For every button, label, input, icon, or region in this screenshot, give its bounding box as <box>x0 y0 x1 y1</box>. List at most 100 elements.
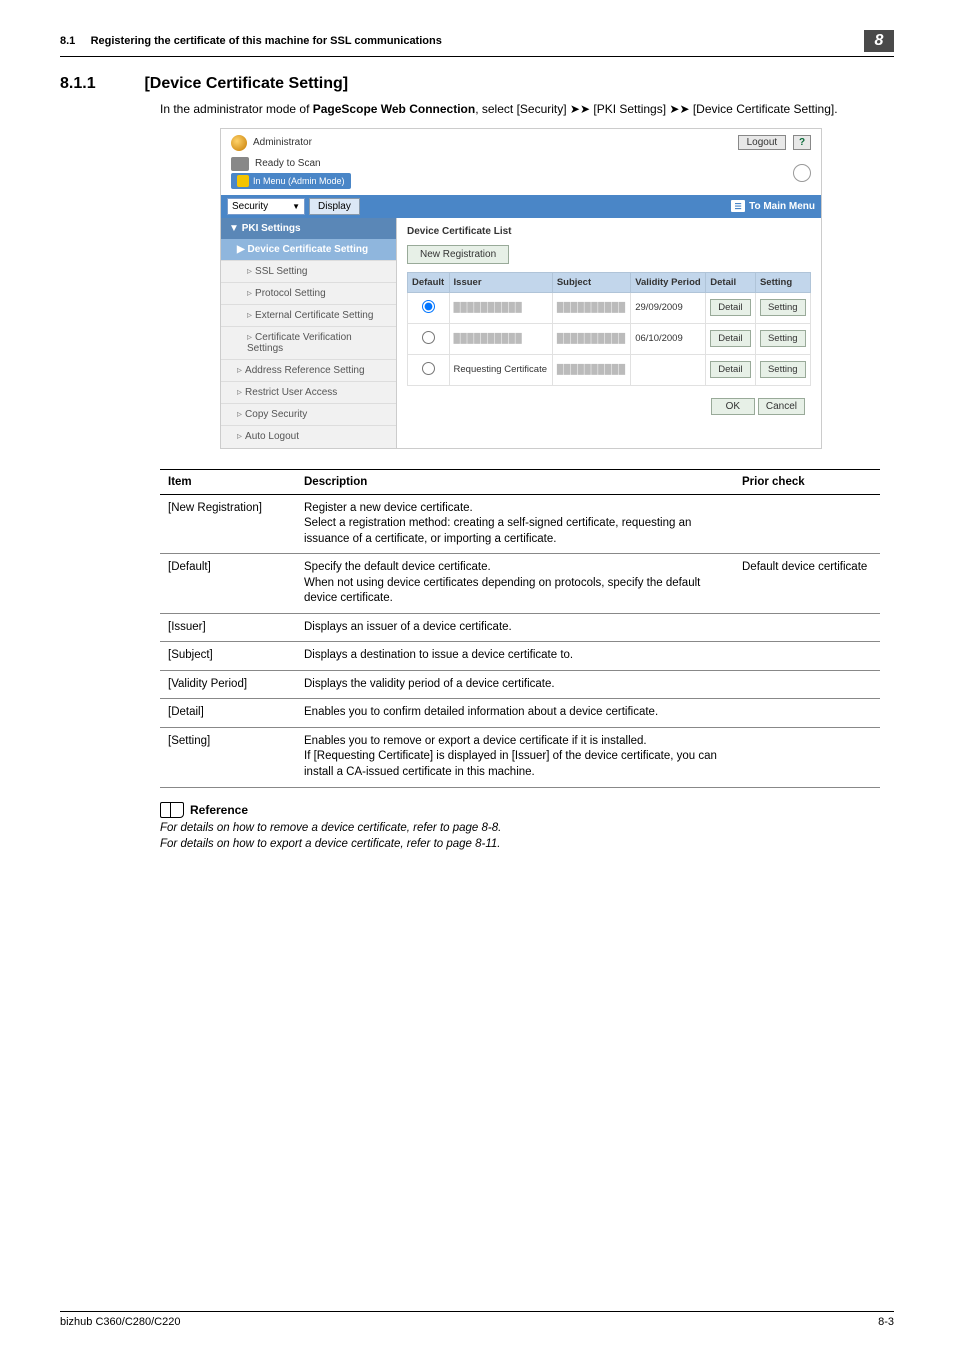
default-radio[interactable] <box>422 362 435 375</box>
reference-line: For details on how to export a device ce… <box>160 838 894 850</box>
reference-icon <box>160 802 184 818</box>
category-dropdown[interactable]: Security ▼ <box>227 198 305 215</box>
section-title: Registering the certificate of this mach… <box>91 35 442 47</box>
to-main-menu-link[interactable]: ☰ To Main Menu <box>731 200 815 212</box>
ok-button[interactable]: OK <box>711 398 755 415</box>
mode-icon <box>237 175 249 187</box>
reference-label: Reference <box>190 803 248 817</box>
screenshot-panel: Administrator Logout ? Ready to Scan In … <box>220 128 822 449</box>
administrator-label: Administrator <box>253 137 312 148</box>
desc-item: [New Registration] <box>160 494 296 554</box>
certificate-table: Default Issuer Subject Validity Period D… <box>407 272 811 386</box>
description-table: Item Description Prior check [New Regist… <box>160 469 880 788</box>
nav-ssl-setting[interactable]: ▹SSL Setting <box>221 260 396 282</box>
nav-addr-ref-label: Address Reference Setting <box>245 365 365 376</box>
intro-pre: In the administrator mode of <box>160 102 313 116</box>
display-button[interactable]: Display <box>309 198 360 215</box>
nav-auto-logout[interactable]: ▹Auto Logout <box>221 425 396 447</box>
col-detail: Detail <box>706 272 756 292</box>
intro-post: , select [Security] ➤➤ [PKI Settings] ➤➤… <box>475 102 837 116</box>
setting-button[interactable]: Setting <box>760 330 806 347</box>
desc-item: [Validity Period] <box>160 670 296 699</box>
validity-cell: 06/10/2009 <box>631 323 706 354</box>
desc-description: Enables you to remove or export a device… <box>296 727 734 787</box>
col-default: Default <box>408 272 450 292</box>
nav-cert-verification[interactable]: ▹Certificate Verification Settings <box>221 326 396 359</box>
table-row: [Issuer]Displays an issuer of a device c… <box>160 613 880 642</box>
cancel-button[interactable]: Cancel <box>758 398 805 415</box>
new-registration-button[interactable]: New Registration <box>407 245 509 264</box>
desc-header-description: Description <box>296 469 734 494</box>
setting-button[interactable]: Setting <box>760 361 806 378</box>
nav-device-certificate[interactable]: ▶ Device Certificate Setting <box>221 239 396 260</box>
nav-copy-security[interactable]: ▹Copy Security <box>221 403 396 425</box>
desc-prior <box>734 642 880 671</box>
nav-device-cert-label: Device Certificate Setting <box>247 244 368 255</box>
administrator-icon <box>231 135 247 151</box>
desc-header-prior: Prior check <box>734 469 880 494</box>
desc-header-item: Item <box>160 469 296 494</box>
mode-label: In Menu (Admin Mode) <box>253 176 345 186</box>
chevron-down-icon: ▼ <box>292 202 300 211</box>
logout-button[interactable]: Logout <box>738 135 787 150</box>
table-row: [Setting]Enables you to remove or export… <box>160 727 880 787</box>
chapter-badge: 8 <box>864 30 894 52</box>
to-main-label: To Main Menu <box>749 201 815 212</box>
nav-protocol-setting[interactable]: ▹Protocol Setting <box>221 282 396 304</box>
issuer-cell: Requesting Certificate <box>449 354 552 385</box>
table-row: [Validity Period]Displays the validity p… <box>160 670 880 699</box>
intro-paragraph: In the administrator mode of PageScope W… <box>160 101 894 118</box>
col-subject: Subject <box>552 272 630 292</box>
col-validity: Validity Period <box>631 272 706 292</box>
col-setting: Setting <box>755 272 810 292</box>
refresh-icon[interactable] <box>793 164 811 182</box>
desc-description: Displays an issuer of a device certifica… <box>296 613 734 642</box>
detail-button[interactable]: Detail <box>710 299 750 316</box>
nav-pki-settings[interactable]: ▼ PKI Settings <box>221 218 396 239</box>
desc-item: [Default] <box>160 554 296 614</box>
table-row: [New Registration]Register a new device … <box>160 494 880 554</box>
validity-cell <box>631 354 706 385</box>
nav-restrict-label: Restrict User Access <box>245 387 337 398</box>
desc-prior: Default device certificate <box>734 554 880 614</box>
desc-description: Displays a destination to issue a device… <box>296 642 734 671</box>
nav-pki-label: PKI Settings <box>242 223 301 234</box>
desc-item: [Issuer] <box>160 613 296 642</box>
validity-cell: 29/09/2009 <box>631 292 706 323</box>
desc-prior <box>734 613 880 642</box>
cert-list-title: Device Certificate List <box>407 226 811 237</box>
nav-ext-cert-label: External Certificate Setting <box>255 310 373 321</box>
desc-prior <box>734 494 880 554</box>
col-issuer: Issuer <box>449 272 552 292</box>
issuer-cell: ██████████ <box>454 302 523 312</box>
nav-ssl-label: SSL Setting <box>255 266 307 277</box>
reference-line: For details on how to remove a device ce… <box>160 822 894 834</box>
desc-prior <box>734 727 880 787</box>
nav-external-certificate[interactable]: ▹External Certificate Setting <box>221 304 396 326</box>
desc-item: [Detail] <box>160 699 296 728</box>
heading-title: [Device Certificate Setting] <box>144 75 348 92</box>
intro-bold: PageScope Web Connection <box>313 102 475 116</box>
nav-address-reference[interactable]: ▹Address Reference Setting <box>221 359 396 381</box>
default-radio[interactable] <box>422 300 435 313</box>
nav-copy-sec-label: Copy Security <box>245 409 307 420</box>
heading-number: 8.1.1 <box>60 75 140 93</box>
desc-description: Specify the default device certificate. … <box>296 554 734 614</box>
footer-page: 8-3 <box>878 1316 894 1328</box>
setting-button[interactable]: Setting <box>760 299 806 316</box>
subject-cell: ██████████ <box>557 364 626 374</box>
issuer-cell: ██████████ <box>454 333 523 343</box>
main-menu-icon: ☰ <box>731 200 745 212</box>
nav-restrict-user[interactable]: ▹Restrict User Access <box>221 381 396 403</box>
nav-auto-logout-label: Auto Logout <box>245 431 299 442</box>
help-button[interactable]: ? <box>793 135 811 150</box>
printer-icon <box>231 157 249 171</box>
desc-description: Displays the validity period of a device… <box>296 670 734 699</box>
mode-badge: In Menu (Admin Mode) <box>231 173 351 189</box>
detail-button[interactable]: Detail <box>710 330 750 347</box>
detail-button[interactable]: Detail <box>710 361 750 378</box>
sidebar-nav: ▼ PKI Settings ▶ Device Certificate Sett… <box>221 218 397 448</box>
section-number: 8.1 <box>60 35 75 47</box>
default-radio[interactable] <box>422 331 435 344</box>
desc-description: Enables you to confirm detailed informat… <box>296 699 734 728</box>
